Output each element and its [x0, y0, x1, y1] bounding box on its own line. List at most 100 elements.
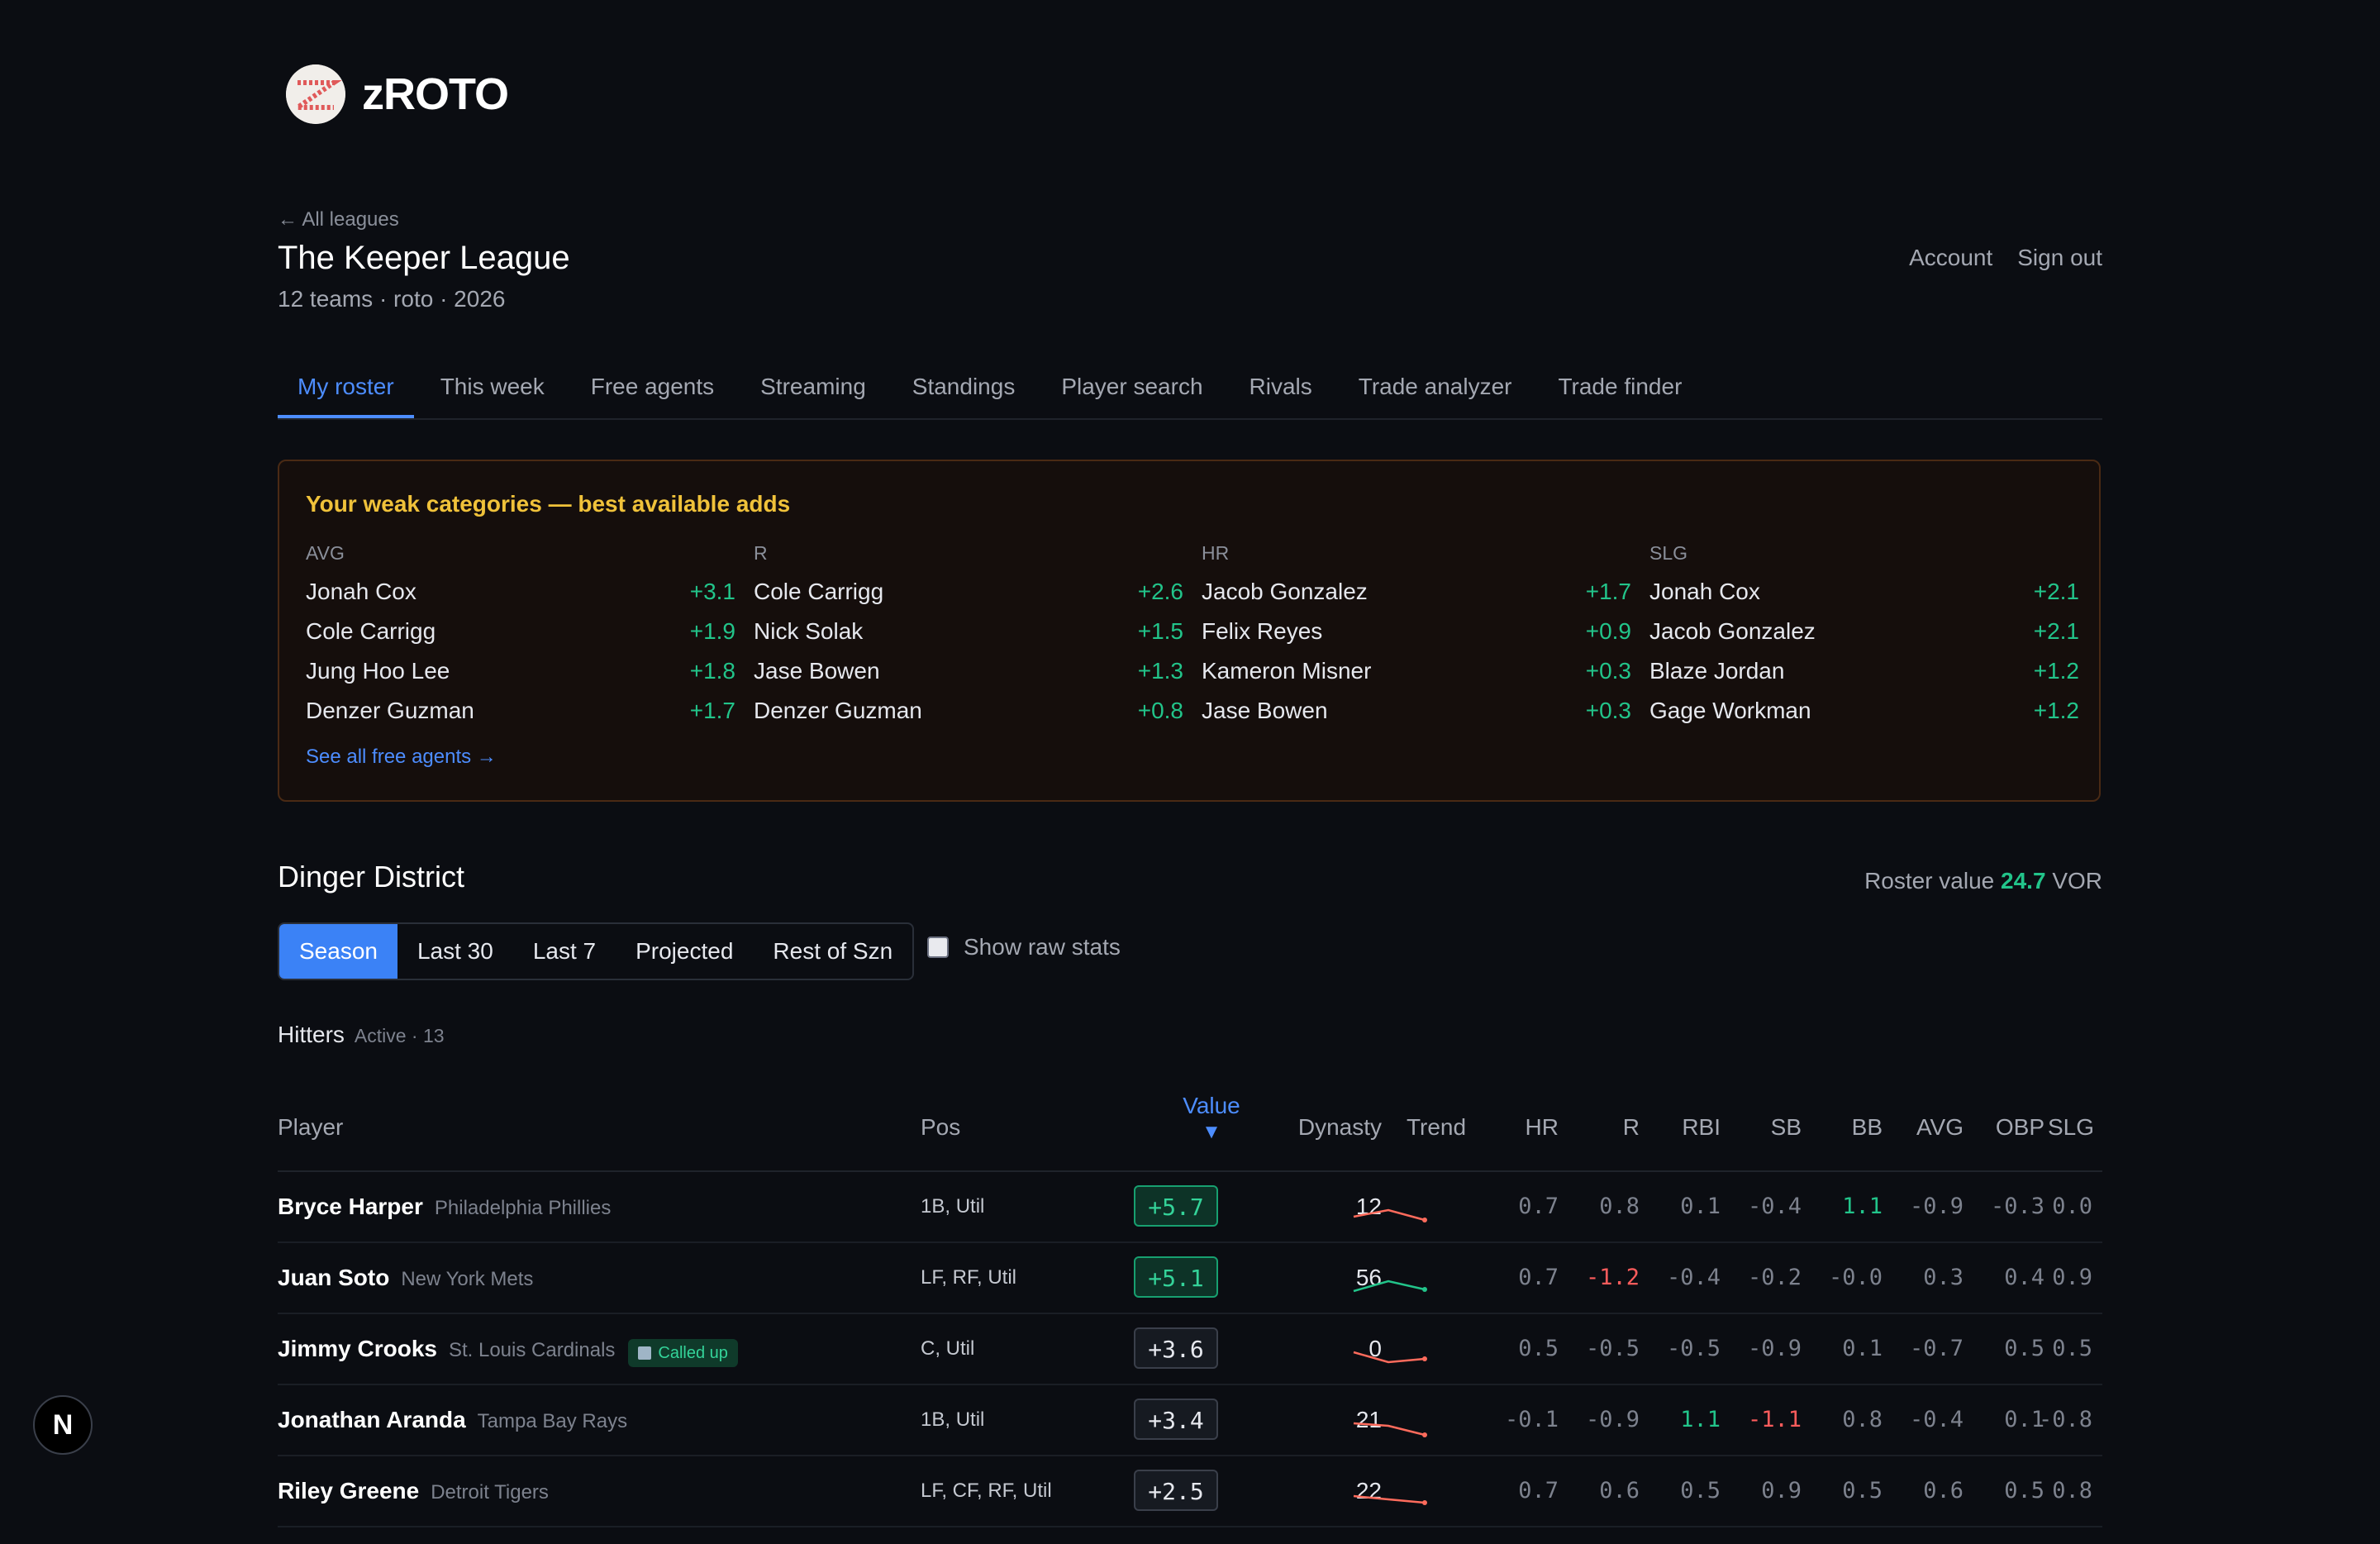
value-badge: +5.7 [1134, 1185, 1218, 1227]
stat-cell: 0.8 [2052, 1478, 2092, 1503]
tab-standings[interactable]: Standings [892, 364, 1035, 417]
suggested-player[interactable]: Jonah Cox +3.1 [306, 572, 735, 612]
col-trend[interactable]: Trend [1372, 1114, 1501, 1141]
suggested-player[interactable]: Denzer Guzman +0.8 [754, 691, 1183, 731]
league-subtitle: 12 teams · roto · 2026 [278, 286, 506, 312]
brand-name: zROTO [362, 69, 509, 119]
category-label: SLG [1649, 542, 1688, 564]
suggested-player[interactable]: Jonah Cox +2.1 [1649, 572, 2079, 612]
period-last-7[interactable]: Last 7 [513, 924, 616, 979]
see-all-free-agents-link[interactable]: See all free agents → [306, 746, 497, 769]
tab-trade-finder[interactable]: Trade finder [1538, 364, 1702, 417]
account-link[interactable]: Account [1909, 245, 1992, 271]
stat-cell: 0.5 [1518, 1336, 1559, 1361]
tab-this-week[interactable]: This week [421, 364, 564, 417]
player-cell[interactable]: Jonathan Aranda Tampa Bay Rays [278, 1385, 627, 1459]
player-name[interactable]: Jimmy Crooks [278, 1336, 437, 1361]
stat-cell: 1.1 [1680, 1407, 1721, 1432]
suggested-player[interactable]: Jase Bowen +0.3 [1202, 691, 1631, 731]
col-sb[interactable]: SB [1727, 1114, 1802, 1141]
col-slg[interactable]: SLG [2048, 1114, 2094, 1141]
baseball-logo-icon [286, 64, 345, 124]
stat-cell: -0.8 [2038, 1407, 2092, 1432]
player-cell[interactable]: Bryce Harper Philadelphia Phillies [278, 1172, 611, 1246]
col-obp[interactable]: OBP [1970, 1114, 2044, 1141]
sign-out-link[interactable]: Sign out [2017, 245, 2102, 271]
suggested-player[interactable]: Kameron Misner +0.3 [1202, 651, 1631, 691]
table-row[interactable]: Jimmy Crooks St. Louis Cardinals Called up… [278, 1314, 2102, 1385]
team-name: Dinger District [278, 860, 465, 894]
stat-cell: -0.1 [1504, 1407, 1559, 1432]
position-cell: 1B, Util [921, 1195, 985, 1218]
col-rbi[interactable]: RBI [1646, 1114, 1721, 1141]
trend-sparkline [1352, 1475, 1435, 1544]
table-row[interactable]: Riley Greene Detroit Tigers LF, CF, RF, Ut… [278, 1456, 2102, 1527]
suggested-player[interactable]: Jase Bowen +1.3 [754, 651, 1183, 691]
player-team: New York Mets [401, 1268, 534, 1290]
col-hr[interactable]: HR [1484, 1114, 1559, 1141]
roster-value: Roster value 24.7 VOR [1864, 868, 2102, 894]
col-player[interactable]: Player [278, 1114, 343, 1141]
stat-cell: 0.6 [1923, 1478, 1963, 1503]
tab-my-roster[interactable]: My roster [278, 364, 414, 418]
col-r[interactable]: R [1565, 1114, 1640, 1141]
weak-categories-title: Your weak categories — best available ad… [306, 491, 791, 517]
stat-cell: 0.1 [1680, 1194, 1721, 1219]
category-label: AVG [306, 542, 345, 564]
suggested-player[interactable]: Cole Carrigg +2.6 [754, 572, 1183, 612]
position-cell: 1B, Util [921, 1408, 985, 1431]
tab-player-search[interactable]: Player search [1041, 364, 1222, 417]
player-cell[interactable]: Jimmy Crooks St. Louis Cardinals Called up [278, 1314, 738, 1388]
weak-category-column: R Cole Carrigg +2.6 Nick Solak +1.5 Jase B… [754, 542, 1183, 731]
stat-cell: -0.4 [1666, 1265, 1721, 1290]
period-rest-of-season[interactable]: Rest of Szn [753, 924, 912, 979]
tab-trade-analyzer[interactable]: Trade analyzer [1339, 364, 1532, 417]
brand-logo[interactable]: zROTO [286, 64, 509, 124]
suggested-player[interactable]: Cole Carrigg +1.9 [306, 612, 735, 651]
col-dynasty[interactable]: Dynasty [1253, 1114, 1382, 1141]
suggested-player[interactable]: Jacob Gonzalez +2.1 [1649, 612, 2079, 651]
suggested-player[interactable]: Blaze Jordan +1.2 [1649, 651, 2079, 691]
stat-cell: -0.9 [1747, 1336, 1802, 1361]
table-row[interactable]: Juan Soto New York Mets LF, RF, Util +5.1 56… [278, 1243, 2102, 1314]
suggested-player[interactable]: Gage Workman +1.2 [1649, 691, 2079, 731]
player-cell[interactable]: Riley Greene Detroit Tigers [278, 1456, 549, 1530]
stat-cell: 0.9 [2052, 1265, 2092, 1290]
player-name[interactable]: Bryce Harper [278, 1194, 423, 1219]
position-cell: LF, CF, RF, Util [921, 1480, 1052, 1502]
table-row[interactable]: Jonathan Aranda Tampa Bay Rays 1B, Util +3.… [278, 1385, 2102, 1456]
stat-cell: 0.1 [1842, 1336, 1883, 1361]
period-season[interactable]: Season [279, 924, 397, 979]
raw-stats-checkbox[interactable] [927, 936, 949, 958]
player-name[interactable]: Jonathan Aranda [278, 1407, 466, 1432]
col-avg[interactable]: AVG [1889, 1114, 1963, 1141]
player-name[interactable]: Riley Greene [278, 1478, 419, 1503]
tab-rivals[interactable]: Rivals [1230, 364, 1332, 417]
tab-streaming[interactable]: Streaming [740, 364, 886, 417]
league-title: The Keeper League [278, 240, 570, 276]
stat-cell: 0.6 [1599, 1478, 1640, 1503]
player-cell[interactable]: Juan Soto New York Mets [278, 1243, 533, 1317]
suggested-player[interactable]: Felix Reyes +0.9 [1202, 612, 1631, 651]
player-name[interactable]: Juan Soto [278, 1265, 389, 1290]
back-to-leagues-link[interactable]: ← All leagues [278, 208, 399, 231]
col-bb[interactable]: BB [1808, 1114, 1883, 1141]
period-last-30[interactable]: Last 30 [397, 924, 513, 979]
tab-free-agents[interactable]: Free agents [571, 364, 734, 417]
active-count: Active · 13 [354, 1025, 445, 1046]
stat-cell: -0.5 [1585, 1336, 1640, 1361]
suggested-player[interactable]: Denzer Guzman +1.7 [306, 691, 735, 731]
table-row[interactable]: Bryce Harper Philadelphia Phillies 1B, Uti… [278, 1172, 2102, 1243]
suggested-player[interactable]: Jacob Gonzalez +1.7 [1202, 572, 1631, 612]
weak-category-column: SLG Jonah Cox +2.1 Jacob Gonzalez +2.1 Bla… [1649, 542, 2079, 731]
weak-category-column: AVG Jonah Cox +3.1 Cole Carrigg +1.9 Jung … [306, 542, 735, 731]
weak-categories-panel: Your weak categories — best available ad… [278, 460, 2101, 802]
col-pos[interactable]: Pos [921, 1114, 960, 1141]
stat-cell: 0.5 [1842, 1478, 1883, 1503]
suggested-player[interactable]: Nick Solak +1.5 [754, 612, 1183, 651]
dev-tools-button[interactable]: N [33, 1395, 93, 1455]
suggested-player[interactable]: Jung Hoo Lee +1.8 [306, 651, 735, 691]
called-up-badge: Called up [628, 1338, 738, 1367]
show-raw-stats-toggle[interactable]: Show raw stats [927, 934, 1121, 960]
period-projected[interactable]: Projected [616, 924, 753, 979]
